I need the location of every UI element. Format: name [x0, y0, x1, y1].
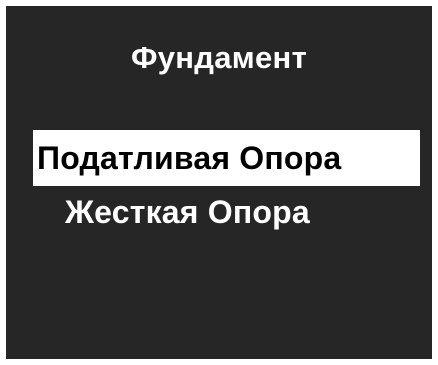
- menu-item-rigid-support[interactable]: Жесткая Опора: [65, 194, 310, 230]
- screen-title: Фундамент: [130, 40, 308, 75]
- menu-item-pliable-support[interactable]: Податливая Опора: [33, 130, 420, 186]
- display-screen: Фундамент Податливая Опора Жесткая Опора: [6, 6, 432, 359]
